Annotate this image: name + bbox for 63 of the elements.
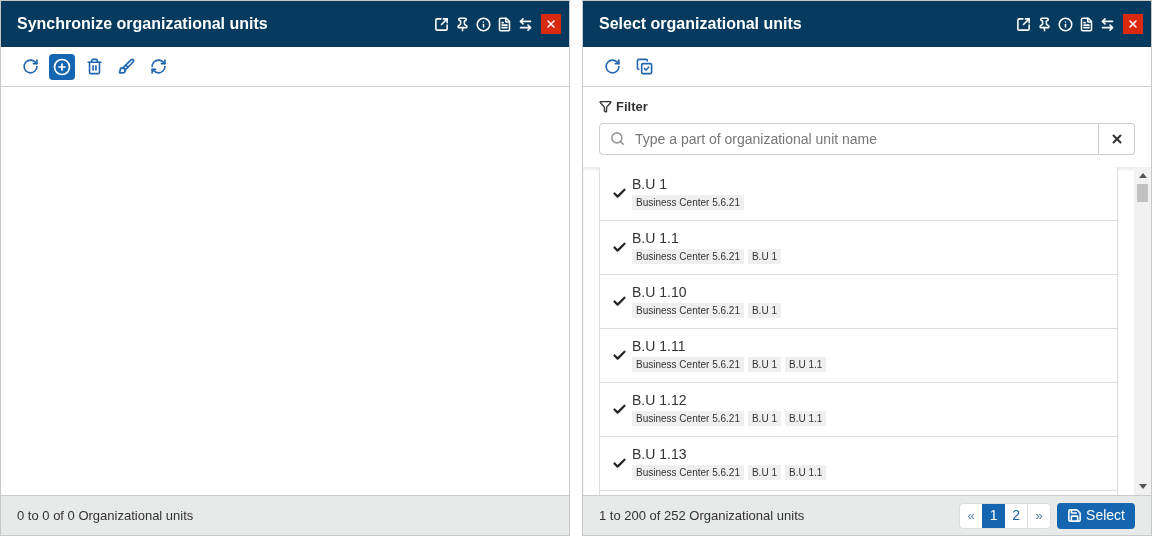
next-page-button[interactable]: »: [1028, 503, 1051, 528]
window-title: Synchronize organizational units: [17, 14, 269, 34]
scroll-thumb[interactable]: [1137, 183, 1148, 202]
sync-icon: [149, 58, 167, 75]
path-tag: B.U 1: [747, 303, 781, 318]
save-icon: [1067, 508, 1083, 523]
search-icon: [610, 130, 625, 146]
info-icon[interactable]: [476, 16, 491, 32]
item-name: B.U 1.10: [632, 284, 688, 300]
resize-icon[interactable]: [1100, 16, 1115, 32]
clear-icon: [1109, 131, 1124, 146]
search-field[interactable]: Type a part of organizational unit name: [599, 122, 1099, 155]
close-button[interactable]: [541, 14, 561, 34]
brush-icon: [117, 58, 135, 75]
document-icon[interactable]: [497, 16, 512, 32]
path-tag: B.U 1.1: [784, 411, 827, 426]
scroll-down-icon: [1138, 484, 1147, 489]
path-tag: Business Center 5.6.21: [632, 357, 744, 372]
window-title: Select organizational units: [599, 14, 803, 34]
path-tag: B.U 1: [747, 411, 781, 426]
scroll-up-icon: [1138, 172, 1147, 178]
list-item[interactable]: B.U 1 Business Center 5.6.21: [600, 166, 1117, 221]
plus-circle-icon: [53, 57, 71, 76]
path-tag: B.U 1.1: [784, 357, 827, 372]
page-button[interactable]: 1: [982, 503, 1006, 528]
popout-icon[interactable]: [434, 16, 449, 32]
resize-icon[interactable]: [518, 16, 533, 32]
scrollbar[interactable]: [1134, 166, 1151, 495]
previous-page-button[interactable]: «: [960, 503, 983, 528]
item-name: B.U 1: [632, 176, 668, 192]
record-count: 0 to 0 of 0 Organizational units: [17, 506, 195, 525]
close-icon: [1127, 18, 1139, 30]
item-name: B.U 1.13: [632, 446, 688, 462]
path-tag: Business Center 5.6.21: [632, 195, 744, 210]
path-tag: B.U 1: [747, 357, 781, 372]
item-name: B.U 1.1: [632, 230, 680, 246]
popout-icon[interactable]: [1016, 16, 1031, 32]
trash-icon: [85, 58, 103, 75]
info-icon[interactable]: [1058, 16, 1073, 32]
copy-check-icon: [635, 58, 653, 75]
item-name: B.U 1.11: [632, 338, 687, 354]
filter-label: Filter: [616, 98, 648, 116]
item-name: B.U 1.12: [632, 392, 688, 408]
document-icon[interactable]: [1079, 16, 1094, 32]
refresh-icon: [21, 58, 39, 75]
record-count: 1 to 200 of 252 Organizational units: [599, 506, 806, 525]
path-tag: Business Center 5.6.21: [632, 411, 744, 426]
path-tag: B.U 1.1: [784, 465, 827, 480]
refresh-icon: [603, 58, 621, 75]
path-tag: Business Center 5.6.21: [632, 465, 744, 480]
pin-icon[interactable]: [1037, 16, 1052, 32]
path-tag: Business Center 5.6.21: [632, 249, 744, 264]
filter-icon: [599, 100, 612, 114]
path-tag: B.U 1: [747, 249, 781, 264]
page-button[interactable]: 2: [1005, 503, 1029, 528]
path-tag: B.U 1: [747, 465, 781, 480]
close-icon: [545, 18, 557, 30]
path-tag: Business Center 5.6.21: [632, 303, 744, 318]
select-button[interactable]: Select: [1057, 502, 1135, 529]
toolbar-button[interactable]: [49, 53, 75, 80]
clear-button[interactable]: [1099, 122, 1135, 155]
pin-icon[interactable]: [455, 16, 470, 32]
close-button[interactable]: [1123, 14, 1143, 34]
